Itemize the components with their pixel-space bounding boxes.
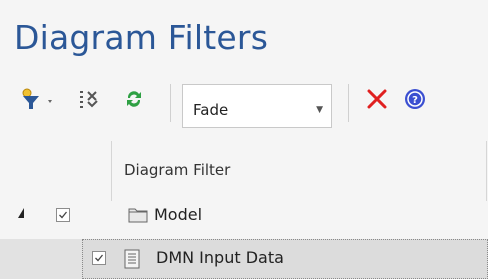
filter-mode-select[interactable]: Fade ▼	[182, 84, 332, 128]
column-separator	[486, 141, 487, 201]
delete-icon	[365, 87, 389, 115]
checkmark-icon	[59, 211, 68, 219]
toolbar-separator	[170, 84, 171, 122]
chevron-down-icon: ▼	[316, 105, 323, 115]
toolbar: Fade ▼ ?	[0, 76, 488, 132]
dmn-input-data-label: DMN Input Data	[156, 248, 284, 267]
help-icon: ?	[403, 87, 427, 115]
filter-mode-value: Fade	[193, 101, 229, 119]
toolbar-separator	[348, 84, 349, 122]
checkmark-icon	[95, 254, 104, 262]
column-header-row: Diagram Filter	[0, 141, 488, 201]
filter-settings-icon	[78, 88, 100, 114]
add-filter-button[interactable]	[14, 86, 62, 116]
delete-filter-button[interactable]	[362, 86, 392, 116]
document-icon	[124, 249, 140, 273]
model-label: Model	[154, 205, 203, 224]
diagram-filters-panel: Diagram Filters Fade ▼ ? Diagram Filter …	[0, 0, 488, 279]
panel-title: Diagram Filters	[14, 18, 269, 57]
svg-text:?: ?	[412, 95, 418, 106]
model-checkbox[interactable]	[56, 208, 70, 222]
expand-arrow-icon[interactable]	[18, 208, 24, 218]
selected-row-highlight	[82, 239, 488, 279]
folder-icon	[128, 206, 148, 228]
filter-settings-button[interactable]	[76, 86, 102, 116]
refresh-button[interactable]	[120, 86, 148, 116]
column-header-spacer	[0, 141, 112, 201]
dmn-input-data-checkbox[interactable]	[92, 251, 106, 265]
tree-row-model[interactable]: Model	[0, 196, 488, 236]
filter-icon	[20, 87, 56, 115]
refresh-icon	[122, 87, 146, 115]
column-header-diagram-filter[interactable]: Diagram Filter	[124, 161, 230, 179]
tree-row-dmn-input-data[interactable]: DMN Input Data	[0, 239, 488, 279]
help-button[interactable]: ?	[400, 86, 430, 116]
